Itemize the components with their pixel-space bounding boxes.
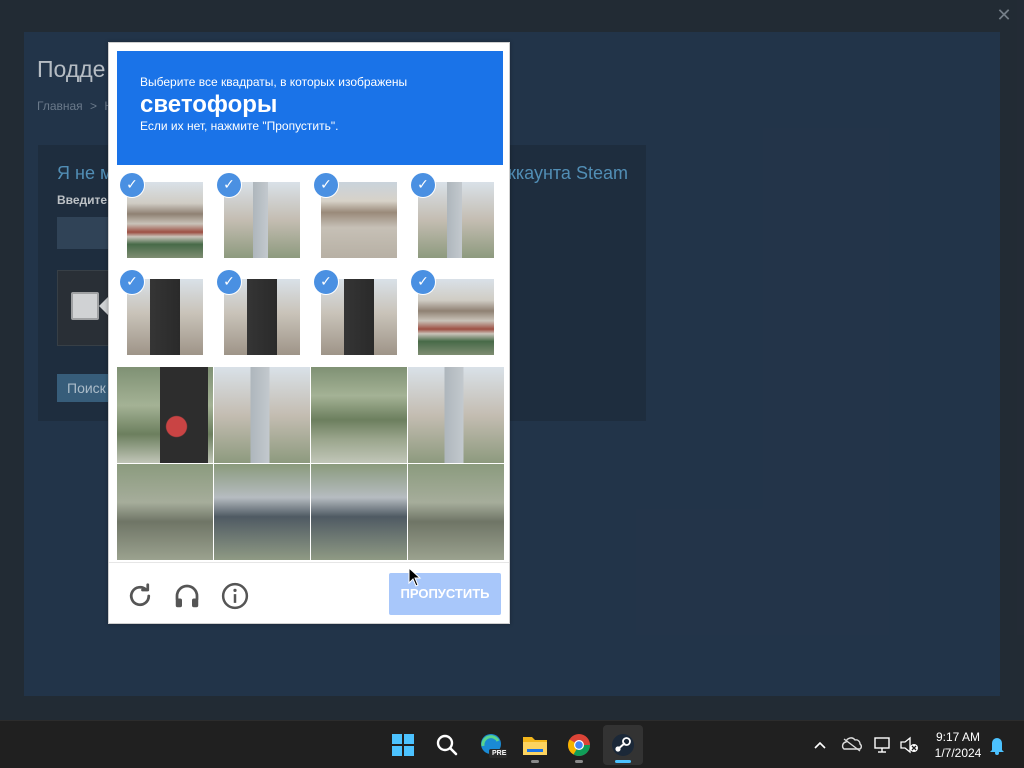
captcha-tile[interactable]: ✓	[311, 173, 407, 269]
edge-preview-icon[interactable]: PRE	[471, 725, 511, 765]
captcha-tile[interactable]: ✓	[408, 173, 504, 269]
captcha-instruction: Выберите все квадраты, в которых изображ…	[140, 75, 408, 89]
captcha-tile[interactable]: ✓	[117, 173, 213, 269]
captcha-grid: ✓ ✓ ✓ ✓ ✓ ✓ ✓ ✓	[117, 173, 504, 560]
file-explorer-icon[interactable]	[515, 725, 555, 765]
info-icon[interactable]	[220, 581, 250, 611]
checkmark-icon: ✓	[411, 173, 435, 197]
captcha-dialog: Выберите все квадраты, в которых изображ…	[108, 42, 510, 624]
captcha-tile[interactable]: ✓	[214, 270, 310, 366]
captcha-keyword: светофоры	[140, 91, 278, 118]
headphones-icon[interactable]	[172, 581, 202, 611]
captcha-tile[interactable]	[311, 367, 407, 463]
captcha-tile[interactable]	[117, 464, 213, 560]
tile-image	[408, 367, 504, 463]
clock-date: 1/7/2024	[934, 746, 982, 760]
reload-icon[interactable]	[125, 581, 155, 611]
captcha-tile[interactable]: ✓	[408, 270, 504, 366]
tile-image	[311, 367, 407, 463]
tile-image	[214, 367, 310, 463]
clock-time: 9:17 AM	[935, 730, 981, 744]
checkmark-icon: ✓	[120, 173, 144, 197]
clock[interactable]: 9:17 AM 1/7/2024	[926, 729, 990, 761]
running-indicator	[531, 760, 539, 763]
tile-image	[408, 464, 504, 560]
speaker-muted-icon[interactable]	[898, 721, 920, 768]
captcha-tile[interactable]: ✓	[117, 270, 213, 366]
mouse-cursor-icon	[408, 567, 422, 587]
checkmark-icon: ✓	[411, 270, 435, 294]
tile-image	[311, 464, 407, 560]
onedrive-icon[interactable]	[840, 721, 864, 768]
captcha-tile[interactable]: ✓	[214, 173, 310, 269]
tile-image	[117, 464, 213, 560]
captcha-skip-hint: Если их нет, нажмите "Пропустить".	[140, 119, 339, 133]
search-icon[interactable]	[427, 725, 467, 765]
checkmark-icon: ✓	[314, 270, 338, 294]
captcha-tile[interactable]	[408, 464, 504, 560]
checkmark-icon: ✓	[314, 173, 338, 197]
steam-icon[interactable]	[603, 725, 643, 765]
tile-image	[117, 367, 213, 463]
checkmark-icon: ✓	[217, 173, 241, 197]
edge-preview-badge: PRE	[492, 750, 507, 757]
chrome-icon[interactable]	[559, 725, 599, 765]
active-indicator	[615, 760, 631, 763]
captcha-header: Выберите все квадраты, в которых изображ…	[117, 51, 503, 165]
captcha-tile[interactable]	[117, 367, 213, 463]
tile-image	[214, 464, 310, 560]
captcha-divider	[109, 562, 509, 563]
display-icon[interactable]	[872, 721, 894, 768]
captcha-tile[interactable]	[408, 367, 504, 463]
captcha-tile[interactable]	[214, 464, 310, 560]
checkmark-icon: ✓	[120, 270, 144, 294]
windows-start-icon[interactable]	[383, 725, 423, 765]
captcha-tile[interactable]	[311, 464, 407, 560]
taskbar: PRE 9:17 AM 1/7/2024	[0, 720, 1024, 768]
checkmark-icon: ✓	[217, 270, 241, 294]
notification-bell-icon[interactable]	[988, 721, 1006, 768]
chevron-up-icon[interactable]	[810, 721, 830, 768]
skip-button[interactable]: ПРОПУСТИТЬ	[389, 573, 501, 615]
captcha-tile[interactable]: ✓	[311, 270, 407, 366]
running-indicator	[575, 760, 583, 763]
captcha-tile[interactable]	[214, 367, 310, 463]
